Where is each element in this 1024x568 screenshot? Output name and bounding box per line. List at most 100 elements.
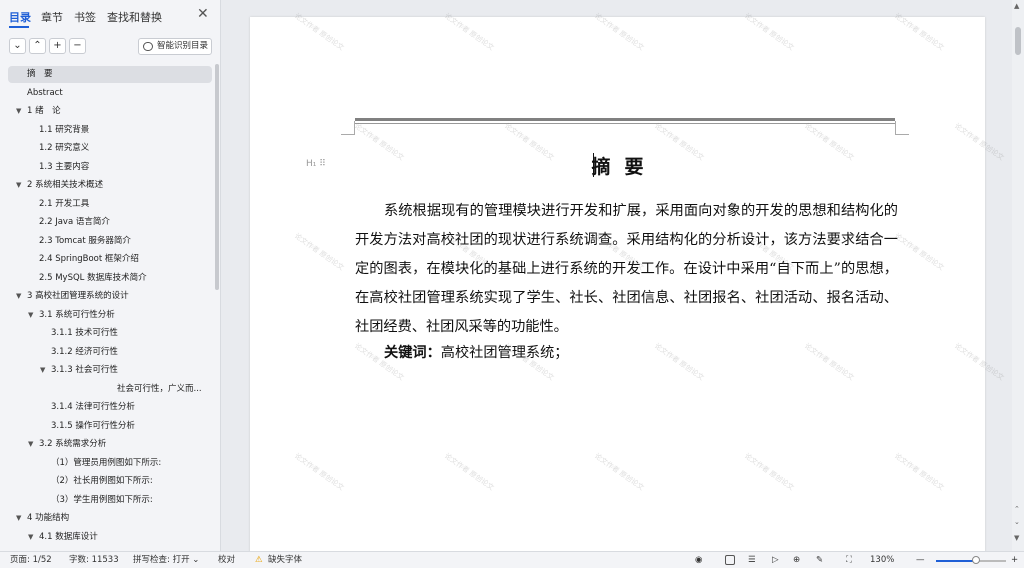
tab-find-replace[interactable]: 查找和替换 [107, 9, 162, 25]
zoom-slider-handle[interactable] [971, 556, 980, 564]
expand-arrow-icon[interactable]: ▼ [40, 362, 45, 379]
toc-item[interactable]: ▼ 4 功能结构 [16, 510, 70, 527]
spell-check-toggle[interactable]: 拼写检查: 打开 ⌄ [133, 552, 199, 568]
toc-item[interactable]: 3.1.2 经济可行性 [51, 344, 118, 361]
toc-item[interactable]: ▼ 3.1 系统可行性分析 [28, 307, 115, 324]
header-rule-thin [355, 123, 895, 124]
web-view-icon[interactable]: ⊕ [793, 552, 800, 568]
toc-item[interactable]: ▼ 3 高校社团管理系统的设计 [16, 288, 129, 305]
toc-item-label: （2）社长用例图如下所示: [51, 476, 153, 486]
toc-item[interactable]: 摘 要 [8, 66, 212, 83]
toc-item[interactable]: 3.1.4 法律可行性分析 [51, 399, 135, 416]
toc-item-label: 1.1 研究背景 [39, 124, 90, 135]
toc-item[interactable]: ▼ 4.1 数据库设计 [28, 529, 98, 546]
document-canvas: H₁ ⠿ 摘要 系统根据现有的管理模块进行开发和扩展，采用面向对象的开发的思想和… [222, 0, 1012, 557]
toc-item-label: 4.1 数据库设计 [39, 531, 98, 542]
expand-arrow-icon[interactable]: ▼ [16, 103, 21, 120]
expand-arrow-icon[interactable]: ▼ [16, 177, 21, 194]
watermark-text: 论文作者 原创论文 [442, 452, 496, 492]
toc-item[interactable]: （1）管理员用例图如下所示: [51, 455, 161, 472]
zoom-level[interactable]: 130% [870, 552, 894, 568]
toc-item-label: 2 系统相关技术概述 [27, 180, 104, 190]
eye-icon[interactable]: ◉ [695, 552, 702, 568]
watermark-text: 论文作者 原创论文 [802, 342, 856, 382]
toc-item[interactable]: 1.1 研究背景 [39, 122, 89, 139]
toc-item[interactable]: ▼ 2 系统相关技术概述 [16, 177, 104, 194]
scroll-down-icon[interactable]: ▼ [1014, 534, 1019, 542]
page-view-icon[interactable] [725, 555, 735, 565]
fit-page-icon[interactable]: ⛶ [846, 552, 852, 568]
toc-item[interactable]: 3.1.1 技术可行性 [51, 325, 118, 342]
toc-item[interactable]: 3.1.5 操作可行性分析 [51, 418, 135, 435]
toc-item-label: 3.1.5 操作可行性分析 [51, 420, 135, 431]
zoom-in-icon[interactable]: + [1011, 552, 1018, 568]
word-count[interactable]: 字数: 11533 [69, 552, 119, 568]
page-indicator[interactable]: 页面: 1/52 [10, 552, 52, 568]
proofread-button[interactable]: 校对 [218, 552, 235, 568]
expand-arrow-icon[interactable]: ▼ [16, 288, 21, 305]
toc-item[interactable]: （3）学生用例图如下所示: [51, 492, 153, 509]
expand-arrow-icon[interactable]: ▼ [16, 510, 21, 527]
toc-item[interactable]: 1.2 研究意义 [39, 140, 89, 157]
smart-toc-button[interactable]: 智能识别目录 [138, 38, 212, 55]
toc-item[interactable]: Abstract [27, 85, 63, 102]
watermark-text: 论文作者 原创论文 [652, 342, 706, 382]
toc-item[interactable]: 2.2 Java 语言简介 [39, 214, 110, 231]
toc-item-label: 1.3 主要内容 [39, 161, 90, 172]
toc-item[interactable]: ▼ 3.2 系统需求分析 [28, 436, 106, 453]
missing-font-button[interactable]: 缺失字体 [268, 552, 302, 568]
close-icon[interactable]: ✕ [197, 6, 209, 22]
nav-tabs: 目录 章节 书签 查找和替换 ✕ [0, 0, 221, 32]
zoom-slider[interactable] [936, 560, 1006, 562]
toc-item[interactable]: 2.3 Tomcat 服务器简介 [39, 233, 131, 250]
scrollbar-thumb[interactable] [1015, 27, 1021, 55]
toc-item[interactable]: 2.5 MySQL 数据库技术简介 [39, 270, 147, 287]
toc-item-label: 3.1.2 经济可行性 [51, 346, 118, 357]
toc-item[interactable]: 社会可行性，广义而... [117, 381, 202, 398]
tab-chapters[interactable]: 章节 [41, 9, 63, 25]
outline-view-icon[interactable]: ☰ [748, 552, 756, 568]
expand-arrow-icon[interactable]: ▼ [28, 529, 33, 546]
expand-arrow-icon[interactable]: ▼ [28, 436, 33, 453]
crop-mark-right [895, 121, 909, 135]
zoom-out-icon[interactable]: — [916, 552, 925, 568]
document-scrollbar[interactable]: ▲ ⌃ ⌄ ▼ [1012, 0, 1024, 551]
toc-item-label: 2.4 SpringBoot 框架介绍 [39, 254, 139, 264]
toc-item-label: 2.3 Tomcat 服务器简介 [39, 235, 131, 246]
watermark-text: 论文作者 原创论文 [952, 342, 1006, 382]
toc-item-label: 3.1.3 社会可行性 [51, 365, 118, 375]
toc-item[interactable]: ▼ 3.1.3 社会可行性 [40, 362, 118, 379]
pen-icon[interactable]: ✎ [816, 552, 823, 568]
toc-item[interactable]: （2）社长用例图如下所示: [51, 473, 153, 490]
active-tab-indicator [9, 26, 29, 28]
toc-item-label: 3 高校社团管理系统的设计 [27, 291, 129, 301]
toc-item[interactable]: 2.4 SpringBoot 框架介绍 [39, 251, 139, 268]
tab-bookmarks[interactable]: 书签 [74, 9, 96, 25]
collapse-all-button[interactable]: ⌄ [9, 38, 26, 54]
abstract-title: 摘要 [591, 156, 658, 178]
scroll-up-icon[interactable]: ▲ [1014, 2, 1019, 10]
toc-item-label: 4 功能结构 [27, 513, 70, 523]
page-down-icon[interactable]: ⌄ [1014, 518, 1020, 526]
watermark-text: 论文作者 原创论文 [892, 232, 946, 272]
toc-item-label: 2.1 开发工具 [39, 198, 90, 209]
keywords-line: 关键词：高校社团管理系统； [384, 339, 568, 368]
toc-item[interactable]: 1.3 主要内容 [39, 159, 89, 176]
expand-all-button[interactable]: ⌃ [29, 38, 46, 54]
remove-heading-button[interactable]: − [69, 38, 86, 54]
toc-item-label: （3）学生用例图如下所示: [51, 494, 153, 505]
abstract-paragraph: 系统根据现有的管理模块进行开发和扩展，采用面向对象的开发的思想和结构化的开发方法… [355, 203, 898, 335]
keywords-value: 高校社团管理系统； [440, 345, 569, 361]
toc-item-label: 1 绪 论 [27, 106, 61, 116]
toc-scrollbar[interactable] [215, 64, 219, 290]
page-up-icon[interactable]: ⌃ [1014, 505, 1020, 513]
tab-toc[interactable]: 目录 [9, 9, 31, 25]
warning-icon: ⚠ [255, 555, 263, 565]
document-page[interactable]: H₁ ⠿ 摘要 系统根据现有的管理模块进行开发和扩展，采用面向对象的开发的思想和… [250, 12, 1005, 557]
toc-item[interactable]: 2.1 开发工具 [39, 196, 89, 213]
toc-item[interactable]: ▼ 1 绪 论 [16, 103, 61, 120]
play-icon[interactable]: ▷ [772, 552, 779, 568]
expand-arrow-icon[interactable]: ▼ [28, 307, 33, 324]
zoom-slider-fill [936, 560, 976, 562]
add-heading-button[interactable]: + [49, 38, 66, 54]
